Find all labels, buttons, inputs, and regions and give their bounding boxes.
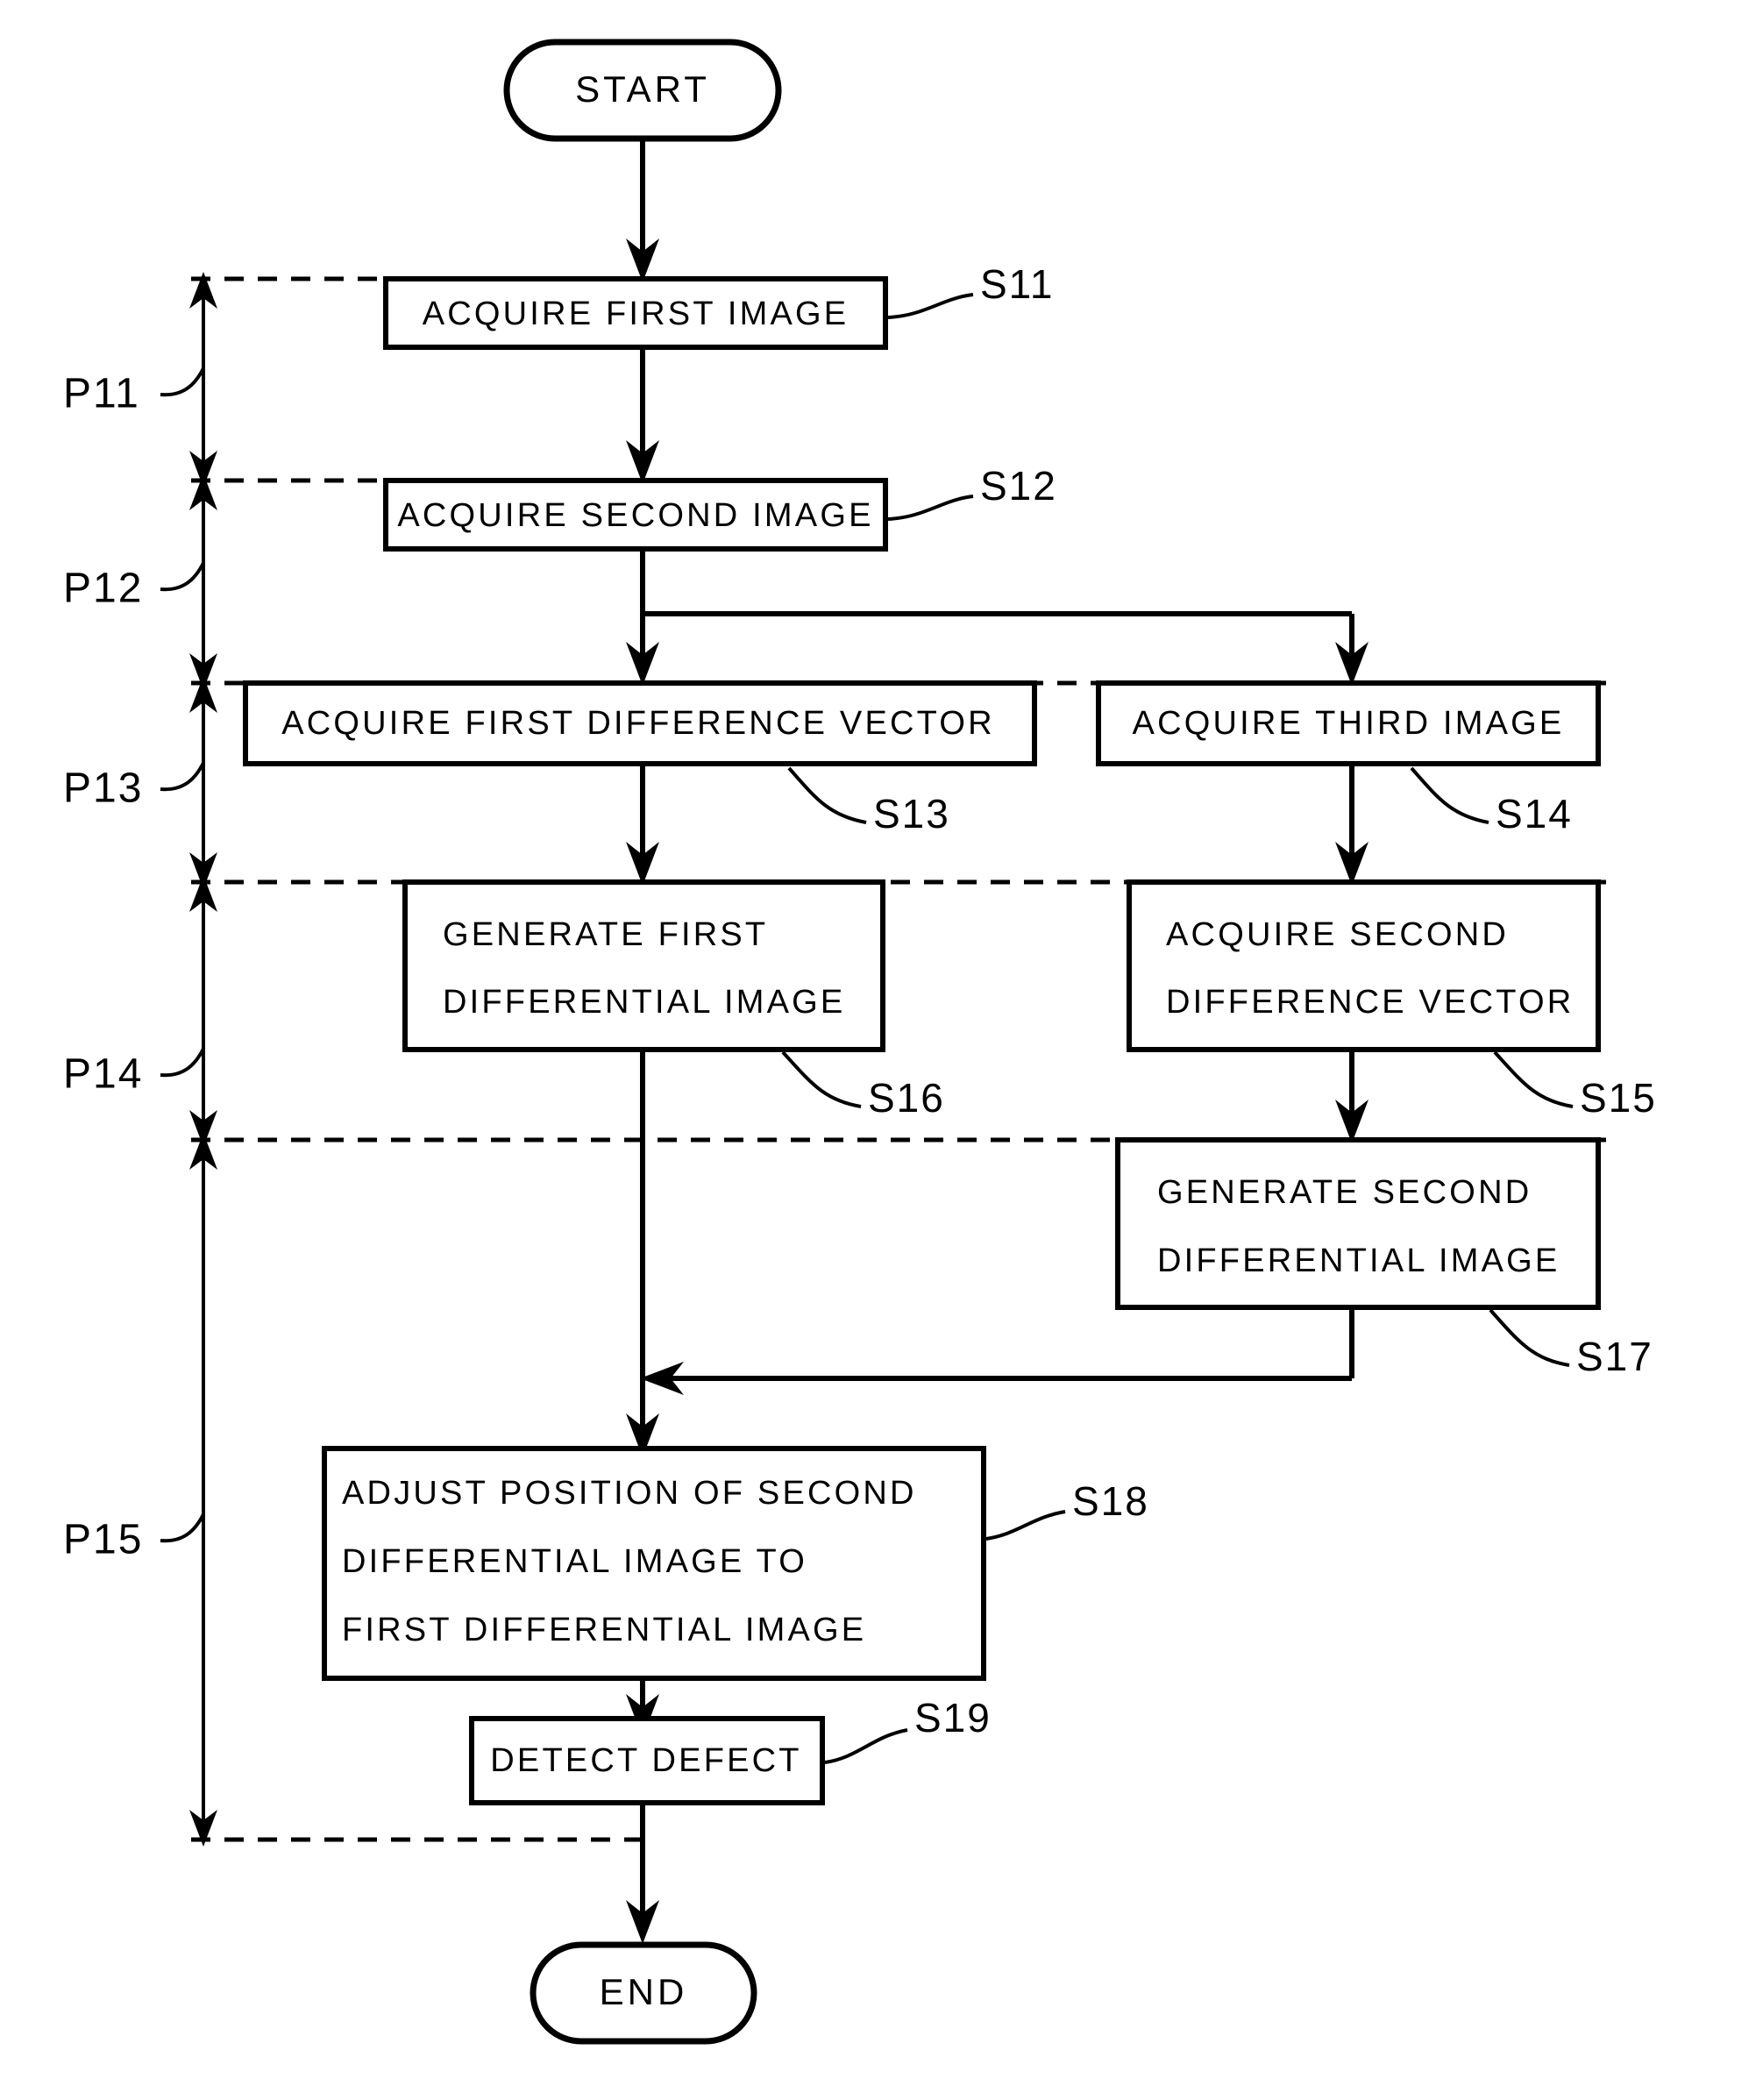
leader-s14 xyxy=(1410,766,1489,824)
process-box-s16-line2: DIFFERENTIAL IMAGE xyxy=(443,984,845,1021)
process-box-s13[interactable]: ACQUIRE FIRST DIFFERENCE VECTOR xyxy=(243,680,1037,766)
leader-s12 xyxy=(887,495,974,521)
ref-label-s17: S17 xyxy=(1576,1334,1653,1379)
flowchart-canvas: P11 P12 P13 P14 P15 START END ACQUIRE FI… xyxy=(63,39,1657,2045)
process-box-s18-line1: ADJUST POSITION OF SECOND xyxy=(342,1475,917,1512)
leader-p12 xyxy=(160,562,205,592)
phase-label-p12: P12 xyxy=(63,566,143,612)
terminal-start[interactable]: START xyxy=(503,39,782,142)
process-box-s16[interactable]: GENERATE FIRST DIFFERENTIAL IMAGE xyxy=(402,879,885,1052)
phase-label-p15: P15 xyxy=(63,1517,143,1563)
process-box-s19-line1: DETECT DEFECT xyxy=(490,1742,801,1779)
ref-label-s16: S16 xyxy=(868,1075,945,1121)
leader-p15 xyxy=(160,1513,205,1543)
ref-label-s14: S14 xyxy=(1496,791,1573,836)
leader-s18 xyxy=(985,1510,1066,1541)
leader-s11 xyxy=(887,293,974,319)
leader-s19 xyxy=(824,1728,908,1764)
process-box-s18-line3: FIRST DIFFERENTIAL IMAGE xyxy=(342,1612,866,1648)
process-box-s11-line1: ACQUIRE FIRST IMAGE xyxy=(423,295,850,332)
phase-label-p14: P14 xyxy=(63,1051,143,1098)
process-box-s12[interactable]: ACQUIRE SECOND IMAGE xyxy=(383,478,888,552)
leader-s17 xyxy=(1489,1308,1570,1367)
leader-s13 xyxy=(787,766,867,824)
leader-p11 xyxy=(160,367,205,397)
process-box-s18-line2: DIFFERENTIAL IMAGE TO xyxy=(342,1543,807,1580)
process-box-s17-line1: GENERATE SECOND xyxy=(1157,1174,1532,1211)
leader-s16 xyxy=(781,1050,862,1108)
ref-label-s11: S11 xyxy=(980,261,1054,307)
leader-p13 xyxy=(160,762,205,792)
process-box-s19[interactable]: DETECT DEFECT xyxy=(469,1716,825,1805)
process-box-s15-line2: DIFFERENCE VECTOR xyxy=(1166,984,1574,1021)
process-box-s15-line1: ACQUIRE SECOND xyxy=(1166,916,1509,953)
ref-label-s19: S19 xyxy=(914,1695,992,1741)
process-box-s17-shape xyxy=(1115,1137,1601,1310)
process-box-s15-shape xyxy=(1127,879,1601,1052)
process-box-s14[interactable]: ACQUIRE THIRD IMAGE xyxy=(1096,680,1601,766)
leader-s15 xyxy=(1493,1050,1574,1108)
terminal-start-label: START xyxy=(575,68,710,110)
phase-label-group: P11 P12 P13 P14 P15 xyxy=(63,367,205,1563)
process-box-s11[interactable]: ACQUIRE FIRST IMAGE xyxy=(383,276,888,350)
process-box-s13-line1: ACQUIRE FIRST DIFFERENCE VECTOR xyxy=(281,705,995,742)
ref-label-s12: S12 xyxy=(980,463,1057,509)
ref-label-s13: S13 xyxy=(873,791,950,836)
process-box-s18[interactable]: ADJUST POSITION OF SECOND DIFFERENTIAL I… xyxy=(322,1446,986,1681)
process-box-s14-line1: ACQUIRE THIRD IMAGE xyxy=(1133,705,1565,742)
phase-dimension-spine xyxy=(189,272,217,1847)
ref-label-s18: S18 xyxy=(1072,1478,1149,1524)
leader-p14 xyxy=(160,1048,205,1078)
terminal-end[interactable]: END xyxy=(530,1941,757,2045)
process-box-s17[interactable]: GENERATE SECOND DIFFERENTIAL IMAGE xyxy=(1115,1137,1601,1310)
process-box-s16-line1: GENERATE FIRST xyxy=(443,916,768,953)
process-box-s16-shape xyxy=(402,879,885,1052)
flowchart-diagram: P11 P12 P13 P14 P15 START END ACQUIRE FI… xyxy=(0,0,1763,2100)
process-box-s12-line1: ACQUIRE SECOND IMAGE xyxy=(397,497,873,534)
phase-label-p13: P13 xyxy=(63,765,143,812)
terminal-end-label: END xyxy=(600,1971,688,2012)
ref-label-s15: S15 xyxy=(1580,1075,1657,1121)
phase-label-p11: P11 xyxy=(63,371,140,417)
process-box-s15[interactable]: ACQUIRE SECOND DIFFERENCE VECTOR xyxy=(1127,879,1601,1052)
process-box-s17-line2: DIFFERENTIAL IMAGE xyxy=(1157,1242,1560,1279)
